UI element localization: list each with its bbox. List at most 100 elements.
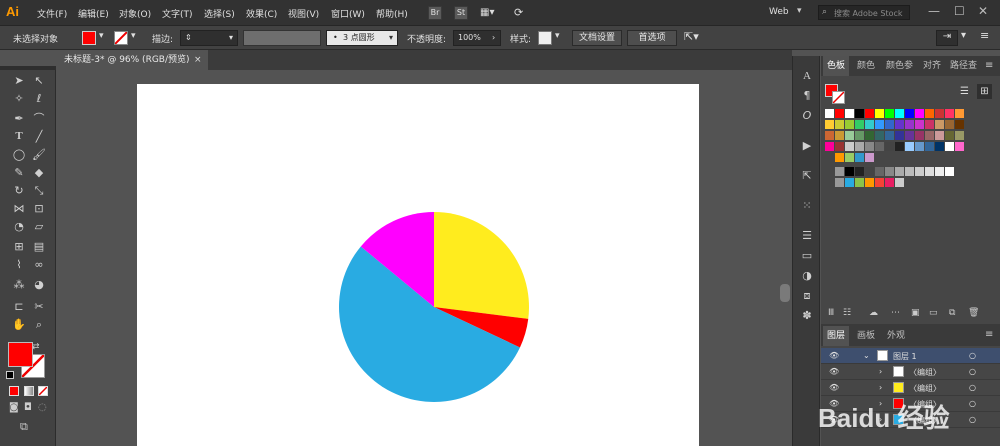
color-swatch[interactable] — [835, 178, 844, 187]
vertical-scrollbar[interactable] — [778, 70, 792, 446]
color-swatch[interactable] — [915, 120, 924, 129]
color-swatch[interactable] — [925, 142, 934, 151]
color-swatch[interactable] — [915, 131, 924, 140]
color-swatch[interactable] — [935, 120, 944, 129]
color-swatch[interactable] — [825, 109, 834, 118]
swatch-options-icon[interactable]: ⋯ — [891, 308, 900, 318]
color-swatch[interactable] — [945, 142, 954, 151]
minimize-icon[interactable]: — — [928, 4, 940, 18]
perspective-grid-icon[interactable]: ▱ — [31, 219, 47, 234]
tab-artboards[interactable]: 画板 — [853, 326, 879, 346]
graphic-styles-icon[interactable]: ✽ — [799, 308, 815, 324]
swatch-kinds-icon[interactable]: ☷ — [843, 308, 851, 318]
color-swatch[interactable] — [865, 153, 874, 162]
color-swatch[interactable] — [875, 167, 884, 176]
color-swatch[interactable] — [935, 142, 944, 151]
gradient-tool-icon[interactable]: ▤ — [31, 239, 47, 254]
arrange-documents-icon[interactable]: ▦▾ — [480, 7, 502, 19]
gradient-panel-icon[interactable]: ▭ — [799, 248, 815, 264]
expand-chevron-icon[interactable]: › — [879, 367, 882, 376]
color-swatch[interactable] — [835, 167, 844, 176]
color-swatch[interactable] — [905, 120, 914, 129]
shape-builder-icon[interactable]: ◔ — [11, 219, 27, 234]
paragraph-panel-icon[interactable]: ¶ — [799, 88, 815, 104]
pie-slice-0[interactable] — [434, 212, 529, 319]
color-swatch[interactable] — [945, 120, 954, 129]
close-tab-icon[interactable]: × — [194, 50, 202, 70]
color-swatch[interactable] — [915, 109, 924, 118]
target-circle-icon[interactable]: ○ — [969, 383, 976, 392]
brush-definition-dropdown[interactable]: • 3 点圆形 ▾ — [326, 30, 398, 46]
scroll-thumb[interactable] — [780, 284, 790, 302]
color-swatch[interactable] — [945, 109, 954, 118]
tab-appearance[interactable]: 外观 — [883, 326, 909, 346]
line-segment-icon[interactable]: ╱ — [31, 129, 47, 144]
free-transform-icon[interactable]: ⊡ — [31, 201, 47, 216]
color-swatch[interactable] — [865, 142, 874, 151]
tab-color-guide[interactable]: 颜色参 — [882, 56, 917, 76]
color-swatch[interactable] — [955, 120, 964, 129]
preferences-button[interactable]: 首选项 — [627, 30, 677, 46]
fill-color-box[interactable] — [8, 342, 33, 367]
color-swatch[interactable] — [825, 142, 834, 151]
swap-colors-icon[interactable]: ⇄ — [32, 342, 40, 352]
menu-window[interactable]: 窗口(W) — [331, 7, 365, 20]
color-swatch[interactable] — [875, 120, 884, 129]
visibility-eye-icon[interactable]: 👁 — [829, 367, 839, 376]
color-swatch[interactable] — [945, 131, 954, 140]
toolbar-grip[interactable] — [0, 66, 56, 70]
layer-row[interactable]: 👁 › 〈编组〉 ○ — [821, 364, 1000, 380]
panel-menu-icon[interactable]: ≡ — [980, 29, 989, 42]
stroke-swatch[interactable] — [114, 31, 128, 45]
chevron-down-icon[interactable]: ▾ — [961, 30, 966, 41]
color-swatch[interactable] — [955, 142, 964, 151]
color-swatch[interactable] — [895, 167, 904, 176]
color-swatch[interactable] — [835, 142, 844, 151]
expand-chevron-icon[interactable]: › — [879, 383, 882, 392]
color-swatch[interactable] — [855, 142, 864, 151]
graphic-style-swatch[interactable] — [538, 31, 552, 45]
menu-object[interactable]: 对象(O) — [119, 7, 151, 20]
color-group-icon[interactable]: ▣ — [911, 308, 920, 318]
paintbrush-icon[interactable]: 🖌 — [31, 147, 47, 162]
color-swatch[interactable] — [865, 109, 874, 118]
color-swatch[interactable] — [875, 109, 884, 118]
grid-view-icon[interactable]: ⊞ — [977, 84, 992, 99]
color-swatch[interactable] — [855, 167, 864, 176]
color-swatch[interactable] — [885, 142, 894, 151]
opacity-input[interactable]: 100% › — [453, 30, 501, 46]
zoom-tool-icon[interactable]: ⌕ — [31, 317, 47, 332]
tab-color[interactable]: 颜色 — [853, 56, 879, 76]
color-swatch[interactable] — [835, 153, 844, 162]
tab-align[interactable]: 对齐 — [919, 56, 945, 76]
workspace-switcher[interactable]: Web — [769, 7, 789, 17]
artboard-tool-icon[interactable]: ⊏ — [11, 299, 27, 314]
draw-normal-icon[interactable]: ◙ — [9, 402, 19, 413]
color-swatch[interactable] — [935, 167, 944, 176]
direct-selection-tool-icon[interactable]: ↖ — [31, 73, 47, 88]
gradient-mode-button[interactable] — [24, 386, 34, 396]
curvature-tool-icon[interactable]: ⌒ — [31, 111, 47, 126]
color-swatch[interactable] — [845, 109, 854, 118]
magic-wand-icon[interactable]: ✧ — [11, 91, 27, 106]
appearance-panel-icon[interactable]: ⧈ — [799, 288, 815, 304]
artboard[interactable] — [137, 84, 699, 446]
width-tool-icon[interactable]: ⋈ — [11, 201, 27, 216]
panel-stroke-swatch[interactable] — [832, 91, 845, 104]
layer-name[interactable]: 〈编组〉 — [909, 383, 941, 394]
color-swatch[interactable] — [885, 109, 894, 118]
type-tool-icon[interactable]: T — [11, 129, 27, 144]
blend-tool-icon[interactable]: ∞ — [31, 257, 47, 272]
visibility-eye-icon[interactable]: 👁 — [829, 351, 839, 360]
chevron-down-icon[interactable]: ▾ — [99, 31, 104, 41]
color-swatch[interactable] — [825, 120, 834, 129]
symbol-sprayer-icon[interactable]: ⁂ — [11, 277, 27, 292]
document-tab[interactable]: 未标题-3* @ 96% (RGB/预览) × — [56, 50, 208, 70]
align-icon[interactable]: ⇱▾ — [684, 30, 699, 43]
stepper-icon[interactable]: ⇕ — [185, 33, 192, 42]
stock-button[interactable]: St — [454, 6, 468, 20]
target-circle-icon[interactable]: ○ — [969, 367, 976, 376]
symbols-panel-icon[interactable]: ⁙ — [799, 198, 815, 214]
menu-effect[interactable]: 效果(C) — [246, 7, 277, 20]
color-swatch[interactable] — [905, 109, 914, 118]
